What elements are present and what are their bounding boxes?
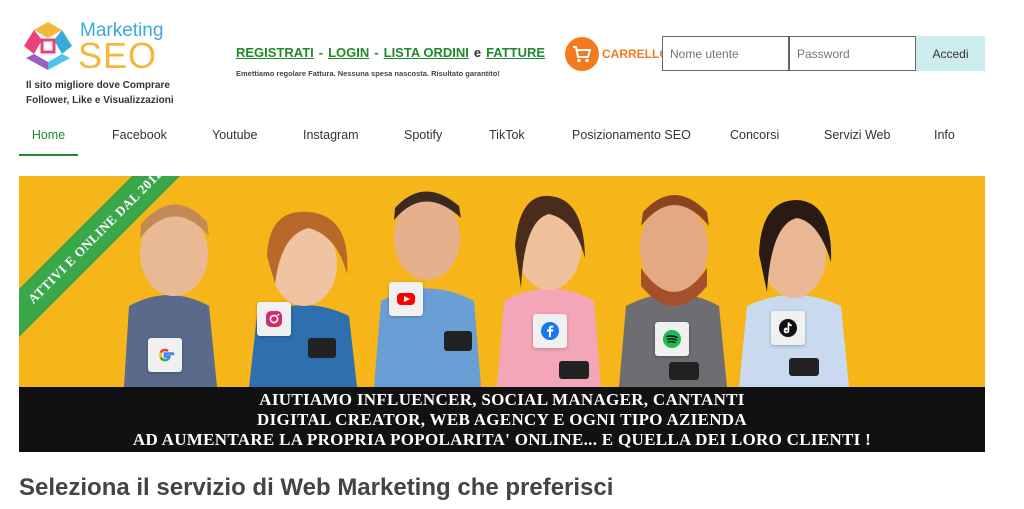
banner-caption-line: DIGITAL CREATOR, WEB AGENCY E OGNI TIPO … <box>257 410 747 429</box>
nav-item-info[interactable]: Info <box>934 128 955 156</box>
page: Marketing SEO Il sito migliore dove Comp… <box>0 0 1024 509</box>
nav-item-contests[interactable]: Concorsi <box>730 128 779 156</box>
section-title: Seleziona il servizio di Web Marketing c… <box>19 474 614 501</box>
invoices-link[interactable]: FATTURE <box>486 45 545 60</box>
main-nav: Home Facebook Youtube Instagram Spotify … <box>19 128 985 156</box>
login-button[interactable]: Accedi <box>916 36 985 71</box>
logo-text-seo: SEO <box>78 35 158 76</box>
nav-item-seo[interactable]: Posizionamento SEO <box>572 128 691 156</box>
invoice-note: Emettiamo regolare Fattura. Nessuna spes… <box>236 69 500 78</box>
spotify-icon <box>655 322 689 356</box>
cart-button[interactable]: CARRELLO <box>565 37 669 71</box>
username-input[interactable] <box>662 36 789 71</box>
order-list-link[interactable]: LISTA ORDINI <box>384 45 469 60</box>
logo-mark-icon <box>24 22 72 70</box>
google-icon <box>148 338 182 372</box>
nav-item-tiktok[interactable]: TikTok <box>489 128 525 156</box>
nav-item-web-services[interactable]: Servizi Web <box>824 128 890 156</box>
login-link[interactable]: LOGIN <box>328 45 369 60</box>
link-conjunction: e <box>473 45 482 60</box>
banner-caption-line: AIUTIAMO INFLUENCER, SOCIAL MANAGER, CAN… <box>259 390 745 409</box>
link-separator: - <box>318 45 324 60</box>
cart-label: CARRELLO <box>602 47 669 61</box>
banner-caption: AIUTIAMO INFLUENCER, SOCIAL MANAGER, CAN… <box>19 387 985 452</box>
youtube-icon <box>389 282 423 316</box>
nav-item-youtube[interactable]: Youtube <box>212 128 257 156</box>
person-figure <box>249 211 357 387</box>
register-link[interactable]: REGISTRATI <box>236 45 314 60</box>
site-tagline: Il sito migliore dove Comprare Follower,… <box>26 80 174 106</box>
nav-item-spotify[interactable]: Spotify <box>404 128 442 156</box>
link-separator: - <box>374 45 379 60</box>
banner-caption-line: AD AUMENTARE LA PROPRIA POPOLARITA' ONLI… <box>132 430 872 449</box>
password-input[interactable] <box>789 36 916 71</box>
person-figure <box>619 195 727 387</box>
instagram-icon <box>257 302 291 336</box>
person-figure <box>497 195 601 387</box>
facebook-icon <box>533 314 567 348</box>
cart-icon <box>565 37 599 71</box>
nav-item-home[interactable]: Home <box>19 128 78 156</box>
nav-item-facebook[interactable]: Facebook <box>112 128 167 156</box>
hero-banner[interactable]: ATTIVI E ONLINE DAL 2011 AIUTIAMO INFLUE… <box>19 176 985 452</box>
account-links: REGISTRATI - LOGIN - LISTA ORDINI e FATTURE <box>236 45 545 60</box>
nav-item-instagram[interactable]: Instagram <box>303 128 359 156</box>
tiktok-icon <box>771 311 805 345</box>
